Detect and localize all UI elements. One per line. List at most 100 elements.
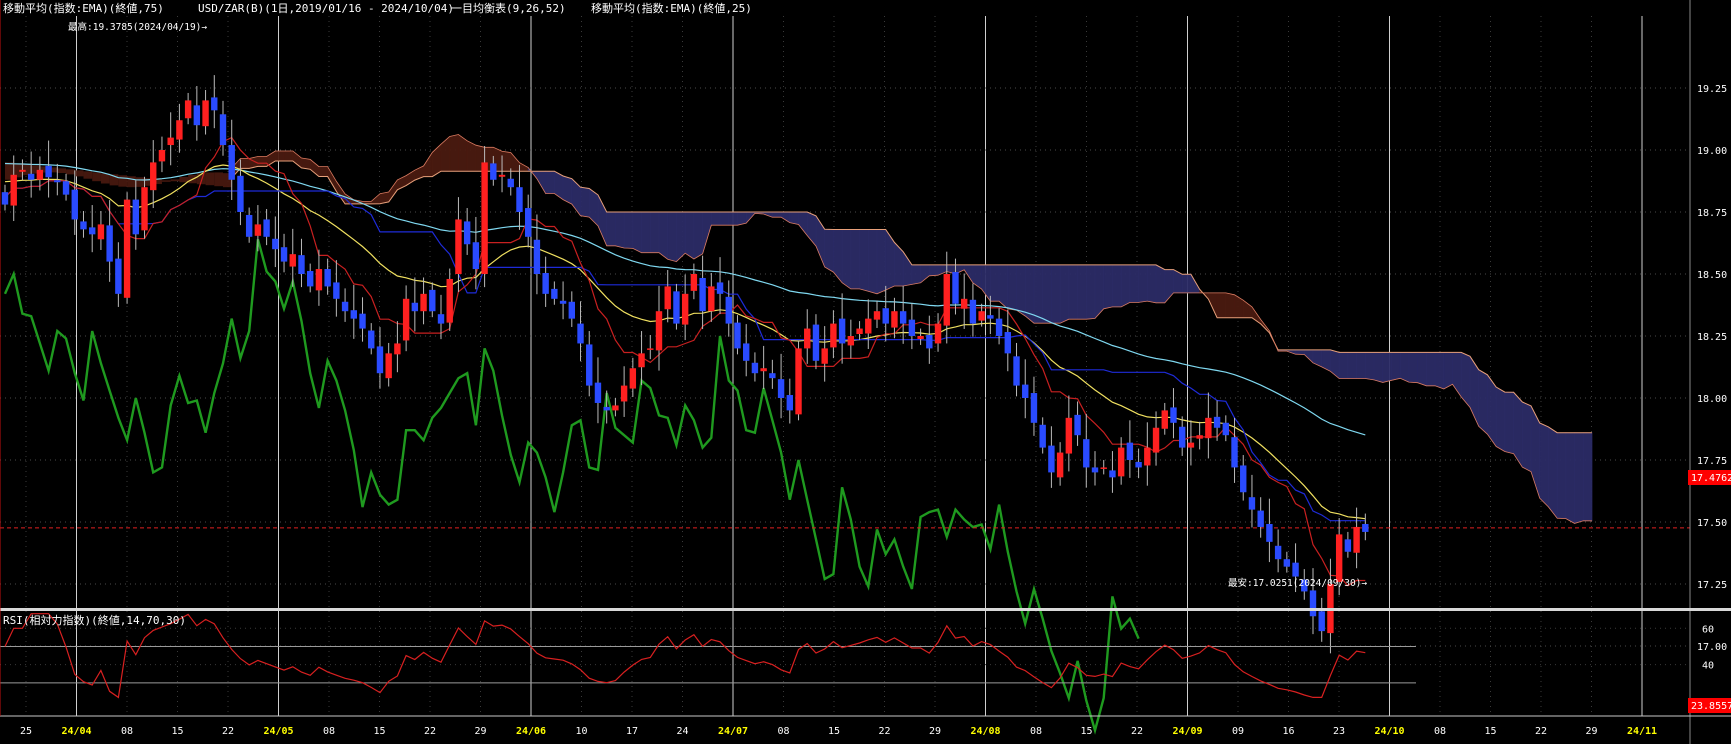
rsi-title: RSI(相対力指数)(終値,14,70,30): [3, 613, 186, 627]
candle-body: [289, 254, 296, 267]
candle-body: [795, 348, 802, 415]
candle-body: [882, 308, 889, 324]
candle-body: [533, 239, 541, 274]
candle-body: [1109, 470, 1116, 478]
candle-body: [1196, 435, 1203, 439]
kumo-segment: [545, 170, 555, 194]
kumo-segment: [850, 229, 860, 290]
candle-body: [298, 255, 305, 274]
candle-body: [1240, 465, 1247, 493]
kumo-segment: [1539, 422, 1549, 508]
x-tick-label: 24/08: [970, 726, 1000, 737]
candle-body: [307, 271, 314, 287]
candle-body: [734, 322, 741, 349]
rsi-tick-label: 40: [1702, 661, 1714, 672]
candle-body: [455, 219, 462, 274]
candle-body: [1222, 422, 1229, 436]
candle-body: [856, 328, 863, 335]
candle-body: [1013, 356, 1020, 386]
kumo-segment: [1391, 352, 1401, 381]
candle-body: [115, 258, 122, 294]
kumo-segment: [649, 211, 660, 254]
header-ichimoku-label: 一目均衡表(9,26,52): [451, 1, 566, 15]
kumo-segment: [66, 169, 75, 175]
x-tick-label: 22: [878, 726, 890, 737]
candle-body: [1039, 424, 1046, 448]
candle-body: [725, 296, 732, 324]
x-tick-label: 29: [1585, 726, 1597, 737]
x-tick-label: 24/04: [61, 726, 91, 737]
candle-body: [1179, 426, 1186, 448]
x-tick-label: 15: [373, 726, 385, 737]
candle-body: [167, 137, 174, 146]
candle-body: [228, 145, 235, 180]
kumo-segment: [615, 211, 625, 249]
candle-body: [481, 162, 488, 274]
candle-body: [10, 174, 17, 206]
chart-svg: 25 24/04 08 15 22 24/05 08 15 22 29 24/06 10 17 24 24/…: [0, 0, 1731, 744]
candle-body: [760, 368, 767, 372]
candle-body: [280, 247, 288, 262]
candle-body: [716, 282, 724, 294]
y-tick-label: 18.75: [1697, 208, 1727, 219]
candle-body: [341, 301, 349, 312]
candle-body: [324, 269, 331, 287]
kumo-segment: [118, 175, 128, 187]
candle-body: [272, 238, 279, 250]
kumo-segment: [876, 229, 887, 295]
kumo-segment: [283, 150, 294, 162]
candle-body: [568, 301, 575, 319]
candle-body: [507, 178, 514, 188]
candle-body: [80, 221, 87, 230]
candle-body: [1152, 427, 1160, 453]
kumo-segment: [1077, 264, 1087, 320]
candle-body: [873, 311, 881, 320]
kumo-segment: [1548, 426, 1558, 520]
candle-body: [1353, 526, 1360, 553]
kumo-segment: [1295, 349, 1305, 355]
candle-body: [1362, 523, 1369, 532]
candle-body: [402, 298, 410, 341]
candle-body: [176, 120, 183, 140]
kumo-segment: [580, 186, 590, 218]
kumo-segment: [1155, 264, 1166, 304]
kumo-segment: [318, 166, 328, 177]
candle-body: [89, 227, 96, 235]
candle-body: [1083, 439, 1090, 468]
candle-body: [437, 314, 445, 324]
candle-body: [498, 174, 506, 177]
candle-body: [106, 225, 113, 262]
candle-body: [411, 302, 419, 312]
kumo-segment: [1434, 352, 1445, 390]
kumo-segment: [179, 176, 189, 183]
kumo-segment: [1574, 432, 1584, 524]
candle-body: [1292, 562, 1299, 577]
candle-body: [237, 175, 244, 212]
kumo-segment: [74, 170, 84, 177]
x-tick-label: 29: [929, 726, 941, 737]
candle-body: [1004, 332, 1011, 354]
candle-body: [245, 214, 253, 237]
x-tick-label: 08: [1434, 726, 1446, 737]
candle-body: [1, 192, 9, 205]
kumo-segment: [1103, 264, 1113, 310]
candle-body: [525, 208, 532, 237]
candle-body: [743, 343, 750, 361]
kumo-segment: [1495, 386, 1506, 453]
kumo-segment: [1347, 352, 1357, 379]
candle-body: [1091, 467, 1099, 473]
kumo-segment: [501, 150, 512, 172]
x-tick-label: 22: [222, 726, 234, 737]
kumo-segment: [711, 211, 721, 226]
x-tick-label: 24/07: [718, 726, 748, 737]
kumo-segment: [466, 140, 477, 172]
kumo-segment: [719, 211, 730, 226]
candle-body: [699, 277, 706, 312]
y-tick-label: 18.50: [1697, 270, 1727, 281]
candle-body: [899, 311, 907, 324]
kumo-segment: [841, 229, 852, 290]
candle-body: [446, 278, 453, 323]
candle-body: [847, 336, 855, 346]
candle-body: [664, 286, 671, 310]
candle-body: [838, 318, 846, 344]
